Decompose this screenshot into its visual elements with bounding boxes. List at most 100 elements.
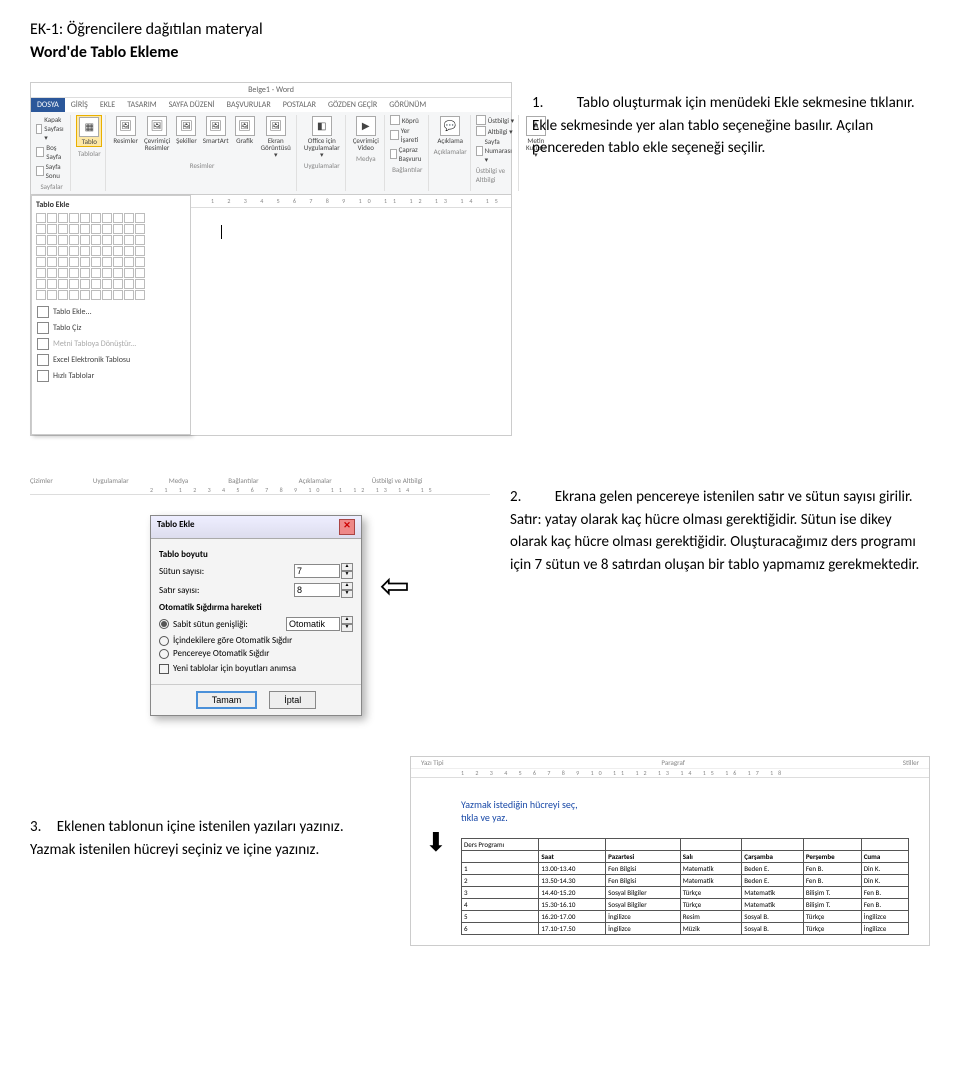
grid-cell[interactable]: [58, 279, 68, 289]
grid-cell[interactable]: [124, 224, 134, 234]
grid-cell[interactable]: [36, 279, 46, 289]
table-cell[interactable]: 17.10-17.50: [539, 923, 606, 935]
grid-cell[interactable]: [47, 279, 57, 289]
table-cell[interactable]: Sosyal Bilgiler: [606, 887, 681, 899]
grid-cell[interactable]: [91, 235, 101, 245]
table-cell[interactable]: Türkçe: [680, 899, 742, 911]
table-cell[interactable]: Müzik: [680, 923, 742, 935]
grid-cell[interactable]: [113, 290, 123, 300]
grid-cell[interactable]: [102, 257, 112, 267]
table-cell[interactable]: Matematik: [680, 875, 742, 887]
table-cell[interactable]: Din K.: [861, 863, 908, 875]
grid-cell[interactable]: [47, 246, 57, 256]
table-cell[interactable]: 13.50-14.30: [539, 875, 606, 887]
hf-altbilgi-[interactable]: Altbilgi ▾: [476, 126, 515, 136]
table-cell[interactable]: 13.00-13.40: [539, 863, 606, 875]
grid-cell[interactable]: [135, 235, 145, 245]
grid-cell[interactable]: [36, 213, 46, 223]
grid-cell[interactable]: [58, 224, 68, 234]
table-header[interactable]: Perşembe: [803, 851, 861, 863]
table-cell[interactable]: 4: [462, 899, 539, 911]
grid-cell[interactable]: [113, 257, 123, 267]
grid-cell[interactable]: [135, 257, 145, 267]
grid-cell[interactable]: [36, 268, 46, 278]
grid-cell[interactable]: [80, 257, 90, 267]
grid-cell[interactable]: [102, 268, 112, 278]
word-page[interactable]: 1 2 3 4 5 6 7 8 9 10 11 12 13 14 15: [191, 195, 511, 435]
grid-cell[interactable]: [124, 268, 134, 278]
table-cell[interactable]: Beden E.: [742, 863, 804, 875]
grid-cell[interactable]: [91, 224, 101, 234]
grid-cell[interactable]: [124, 235, 134, 245]
table-cell[interactable]: Fen Bilgisi: [606, 875, 681, 887]
tablo-menu-h-zl-tablolar[interactable]: Hızlı Tablolar: [36, 368, 186, 384]
table-header[interactable]: Cuma: [861, 851, 908, 863]
table-cell[interactable]: İngilizce: [606, 911, 681, 923]
table-cell[interactable]: Bilişim T.: [803, 887, 861, 899]
table-cell[interactable]: Fen B.: [861, 887, 908, 899]
grid-cell[interactable]: [91, 257, 101, 267]
grid-cell[interactable]: [113, 268, 123, 278]
table-corner[interactable]: Ders Programı: [462, 839, 539, 851]
grid-cell[interactable]: [36, 257, 46, 267]
grid-cell[interactable]: [91, 268, 101, 278]
table-cell[interactable]: Matematik: [742, 887, 804, 899]
grid-cell[interactable]: [69, 246, 79, 256]
grid-cell[interactable]: [135, 279, 145, 289]
grid-cell[interactable]: [124, 279, 134, 289]
grid-cell[interactable]: [91, 246, 101, 256]
grid-cell[interactable]: [102, 290, 112, 300]
table-header[interactable]: Salı: [680, 851, 742, 863]
table-cell[interactable]: İngilizce: [861, 911, 908, 923]
grid-cell[interactable]: [80, 246, 90, 256]
grid-cell[interactable]: [69, 224, 79, 234]
table-cell[interactable]: Bilişim T.: [803, 899, 861, 911]
radio-sabit[interactable]: [159, 619, 169, 629]
radio-icindekiler[interactable]: [159, 636, 169, 646]
ribbon-office-i-in-uygulamalar-[interactable]: ◧Office için Uygulamalar ▾: [302, 115, 342, 159]
table-cell[interactable]: Din K.: [861, 875, 908, 887]
close-icon[interactable]: ✕: [339, 519, 355, 535]
grid-cell[interactable]: [113, 213, 123, 223]
grid-cell[interactable]: [124, 246, 134, 256]
spinner-up-icon[interactable]: ▲: [341, 582, 353, 590]
ribbon--ekiller[interactable]: 🖼Şekiller: [174, 115, 199, 159]
grid-cell[interactable]: [80, 268, 90, 278]
hf-sayfa-numaras-[interactable]: Sayfa Numarası ▾: [476, 137, 515, 164]
grid-cell[interactable]: [124, 257, 134, 267]
tab-gi̇ri̇ş[interactable]: GİRİŞ: [65, 98, 94, 112]
table-cell[interactable]: Beden E.: [742, 875, 804, 887]
grid-cell[interactable]: [135, 268, 145, 278]
tab-sayfa düzeni̇[interactable]: SAYFA DÜZENİ: [163, 98, 221, 112]
table-cell[interactable]: Türkçe: [803, 911, 861, 923]
table-cell[interactable]: Resim: [680, 911, 742, 923]
table-cell[interactable]: Fen B.: [803, 875, 861, 887]
spinner-down-icon[interactable]: ▼: [341, 571, 353, 579]
table-cell[interactable]: 5: [462, 911, 539, 923]
grid-cell[interactable]: [102, 246, 112, 256]
table-cell[interactable]: 3: [462, 887, 539, 899]
table-cell[interactable]: 2: [462, 875, 539, 887]
grid-cell[interactable]: [91, 290, 101, 300]
grid-cell[interactable]: [58, 246, 68, 256]
table-cell[interactable]: 1: [462, 863, 539, 875]
grid-cell[interactable]: [58, 290, 68, 300]
grid-cell[interactable]: [113, 279, 123, 289]
ribbon--evrimi-i-video[interactable]: ▶Çevrimiçi Video: [351, 115, 381, 152]
grid-cell[interactable]: [69, 257, 79, 267]
grid-cell[interactable]: [102, 224, 112, 234]
table-cell[interactable]: Türkçe: [680, 887, 742, 899]
table-header[interactable]: Çarşamba: [742, 851, 804, 863]
grid-cell[interactable]: [113, 224, 123, 234]
table-cell[interactable]: Sosyal B.: [742, 911, 804, 923]
table-cell[interactable]: 15.30-16.10: [539, 899, 606, 911]
table-header[interactable]: [462, 851, 539, 863]
spinner-down-icon[interactable]: ▼: [341, 590, 353, 598]
grid-cell[interactable]: [58, 268, 68, 278]
ribbon-grafik[interactable]: 🖼Grafik: [233, 115, 257, 159]
tablo-menu-excel-elektronik-tablosu[interactable]: Excel Elektronik Tablosu: [36, 352, 186, 368]
table-cell[interactable]: 14.40-15.20: [539, 887, 606, 899]
tab-ekle[interactable]: EKLE: [94, 98, 121, 112]
table-cell[interactable]: İngilizce: [606, 923, 681, 935]
grid-cell[interactable]: [47, 235, 57, 245]
